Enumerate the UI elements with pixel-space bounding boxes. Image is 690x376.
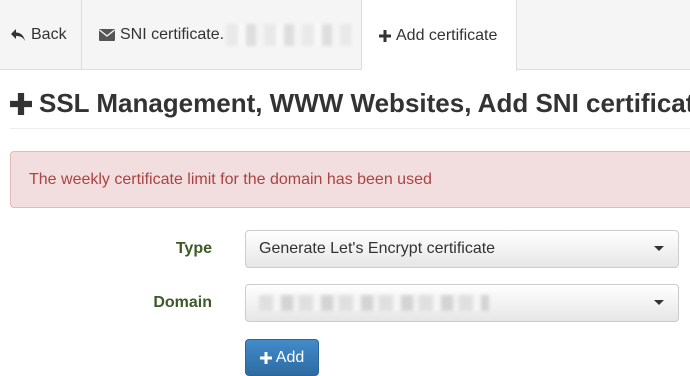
redacted-domain-blur [226, 24, 355, 46]
page-title-text: SSL Management, WWW Websites, Add SNI ce… [39, 88, 690, 118]
type-select[interactable]: Generate Let's Encrypt certificate [245, 230, 679, 268]
tab-back[interactable]: Back [0, 0, 82, 70]
title-divider [10, 128, 690, 129]
domain-label: Domain [153, 294, 212, 311]
caret-down-icon [654, 246, 664, 251]
tab-add-label: Add certificate [396, 26, 498, 44]
tab-bar: Back SNI certificate. Add certificate [0, 0, 690, 71]
error-alert: The weekly certificate limit for the dom… [10, 151, 690, 208]
tab-sni-certificate[interactable]: SNI certificate. [82, 0, 362, 70]
plus-icon [379, 29, 391, 42]
add-button[interactable]: Add [245, 339, 319, 376]
plus-icon [10, 92, 32, 115]
add-button-label: Add [275, 348, 305, 366]
tab-back-label: Back [31, 26, 67, 43]
caret-down-icon [654, 300, 664, 305]
domain-select[interactable] [245, 284, 679, 322]
tab-add-certificate[interactable]: Add certificate [362, 0, 517, 71]
redacted-domain-value [259, 295, 489, 311]
back-arrow-icon [10, 28, 26, 42]
page-title: SSL Management, WWW Websites, Add SNI ce… [10, 88, 690, 119]
type-select-value: Generate Let's Encrypt certificate [259, 240, 496, 257]
type-label: Type [175, 240, 212, 257]
tab-sni-label: SNI certificate. [120, 26, 225, 43]
envelope-icon [99, 29, 115, 41]
plus-icon [259, 351, 272, 364]
alert-message: The weekly certificate limit for the dom… [29, 170, 432, 188]
